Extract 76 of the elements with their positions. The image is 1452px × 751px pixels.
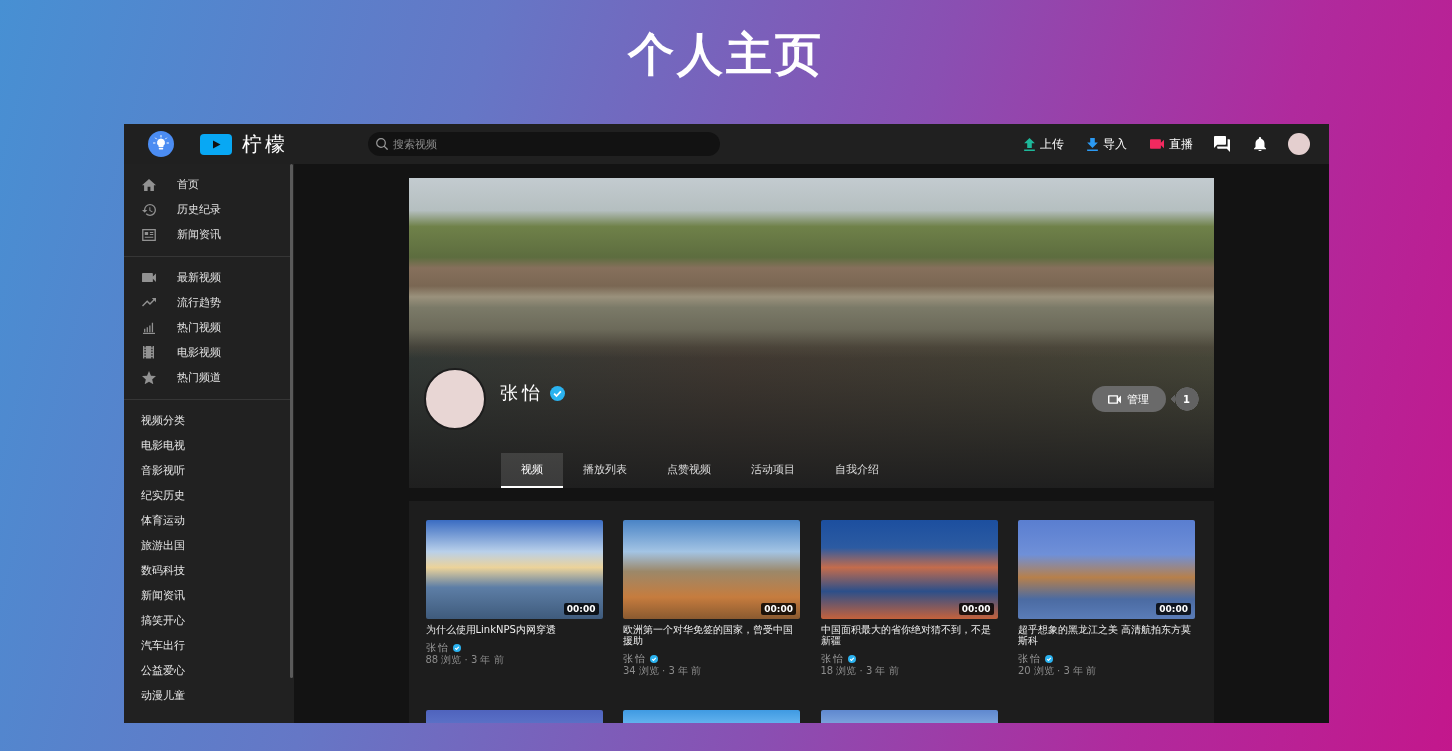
category-link[interactable]: 搞笑开心 bbox=[140, 613, 185, 628]
video-camera-icon bbox=[141, 272, 156, 283]
sidebar-item[interactable]: 最新视频 bbox=[123, 265, 291, 290]
duration-label: 00:00 bbox=[1156, 603, 1191, 615]
category-link[interactable]: 体育运动 bbox=[140, 513, 185, 528]
sidebar-item[interactable]: 热门视频 bbox=[123, 315, 291, 340]
import-button[interactable]: 导入 bbox=[1086, 136, 1127, 152]
profile-tab[interactable]: 播放列表 bbox=[562, 453, 647, 488]
history-clock-icon bbox=[141, 203, 156, 216]
count-badge: 1 bbox=[1170, 386, 1199, 412]
scrollbar[interactable] bbox=[289, 164, 293, 679]
category-link[interactable]: 数码科技 bbox=[140, 563, 185, 578]
category-link[interactable]: 公益爱心 bbox=[140, 663, 185, 678]
newspaper-icon bbox=[141, 228, 156, 241]
author-name[interactable]: 张怡 bbox=[623, 653, 647, 665]
chat-bubbles-icon[interactable] bbox=[1213, 136, 1230, 152]
category-heading: 视频分类 bbox=[140, 413, 185, 428]
category-link[interactable]: 纪实历史 bbox=[140, 488, 185, 503]
sidebar-item[interactable]: 热门频道 bbox=[123, 365, 291, 390]
sidebar-item[interactable]: 新闻资讯 bbox=[123, 222, 291, 247]
category-link[interactable]: 音影视听 bbox=[140, 463, 185, 478]
live-button[interactable]: 直播 bbox=[1149, 136, 1193, 152]
page-title: 个人主页 bbox=[628, 26, 824, 82]
lightbulb-icon[interactable] bbox=[147, 131, 174, 157]
sidebar-item[interactable]: 首页 bbox=[123, 172, 291, 197]
duration-label: 00:00 bbox=[761, 603, 796, 615]
profile-tab[interactable]: 自我介绍 bbox=[814, 453, 899, 488]
brand-name: 柠檬 bbox=[241, 132, 288, 156]
video-title[interactable]: 中国面积最大的省你绝对猜不到，不是新疆 bbox=[820, 624, 998, 646]
manage-button[interactable]: 管理 bbox=[1091, 386, 1166, 412]
category-link[interactable]: 动漫儿童 bbox=[140, 688, 185, 703]
category-link[interactable]: 电影电视 bbox=[140, 438, 185, 453]
profile-tab[interactable]: 活动项目 bbox=[730, 453, 815, 488]
search-icon bbox=[375, 138, 388, 150]
category-link[interactable]: 汽车出行 bbox=[140, 638, 185, 653]
category-link[interactable]: 旅游出国 bbox=[140, 538, 185, 553]
home-icon bbox=[141, 178, 156, 191]
profile-tab[interactable]: 视频 bbox=[500, 453, 563, 488]
video-title[interactable]: 超乎想象的黑龙江之美 高清航拍东方莫斯科 bbox=[1018, 624, 1195, 646]
video-thumbnail[interactable] bbox=[623, 710, 800, 723]
bell-icon[interactable] bbox=[1253, 136, 1266, 152]
play-logo-icon[interactable] bbox=[199, 133, 232, 155]
video-thumbnail[interactable] bbox=[425, 710, 603, 723]
category-link[interactable]: 新闻资讯 bbox=[140, 588, 185, 603]
upload-button[interactable]: 上传 bbox=[1023, 136, 1064, 152]
author-name[interactable]: 张怡 bbox=[820, 653, 845, 665]
star-icon bbox=[141, 370, 156, 385]
view-stats: 18 浏览 · 3 年 前 bbox=[820, 665, 899, 677]
search-field[interactable]: 搜索视频 bbox=[367, 132, 720, 156]
channel-name: 张怡 bbox=[499, 382, 544, 404]
video-camera-icon bbox=[1108, 394, 1121, 404]
sidebar-item[interactable]: 电影视频 bbox=[123, 340, 291, 365]
film-strip-icon bbox=[143, 346, 154, 359]
video-thumbnail[interactable]: 00:00 bbox=[820, 520, 998, 619]
trending-up-icon bbox=[141, 298, 156, 307]
duration-label: 00:00 bbox=[563, 603, 599, 615]
video-thumbnail[interactable]: 00:00 bbox=[1018, 520, 1195, 619]
author-name[interactable]: 张怡 bbox=[425, 642, 450, 654]
video-title[interactable]: 欧洲第一个对华免签的国家，曾受中国援助 bbox=[623, 624, 800, 646]
view-stats: 88 浏览 · 3 年 前 bbox=[425, 654, 504, 666]
upload-arrow-icon bbox=[1023, 137, 1035, 151]
profile-tab[interactable]: 点赞视频 bbox=[646, 453, 731, 488]
video-thumbnail[interactable] bbox=[820, 710, 998, 723]
sidebar-item[interactable]: 历史纪录 bbox=[123, 197, 291, 222]
sidebar-item[interactable]: 流行趋势 bbox=[123, 290, 291, 315]
video-thumbnail[interactable]: 00:00 bbox=[623, 520, 800, 619]
bar-chart-icon bbox=[142, 321, 155, 334]
view-stats: 34 浏览 · 3 年 前 bbox=[623, 665, 702, 677]
video-thumbnail[interactable]: 00:00 bbox=[425, 520, 603, 619]
duration-label: 00:00 bbox=[958, 603, 994, 615]
view-stats: 20 浏览 · 3 年 前 bbox=[1018, 665, 1097, 677]
author-name[interactable]: 张怡 bbox=[1018, 653, 1042, 665]
download-arrow-icon bbox=[1086, 137, 1098, 151]
video-camera-icon bbox=[1149, 139, 1164, 149]
video-title[interactable]: 为什么使用LinkNPS内网穿透 bbox=[425, 624, 603, 635]
user-avatar[interactable] bbox=[1287, 133, 1310, 155]
